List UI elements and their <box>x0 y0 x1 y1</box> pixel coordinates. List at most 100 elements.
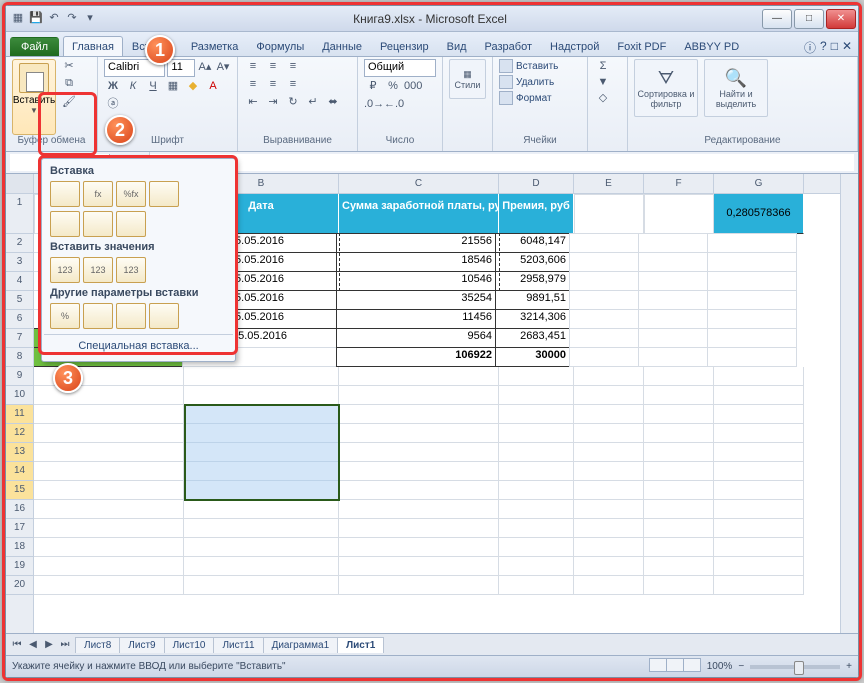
cell[interactable]: 11456 <box>336 309 496 329</box>
cell[interactable] <box>707 233 797 253</box>
percent-icon[interactable]: % <box>384 79 402 95</box>
cell[interactable] <box>499 386 574 405</box>
paste-all-icon[interactable] <box>50 181 80 207</box>
paste-values-icon[interactable]: 123 <box>50 257 80 283</box>
cell[interactable] <box>339 557 499 576</box>
tab-view[interactable]: Вид <box>438 36 476 56</box>
wrap-text-icon[interactable]: ↵ <box>304 95 322 111</box>
cell[interactable] <box>34 424 184 443</box>
cell[interactable] <box>569 309 639 329</box>
cell[interactable] <box>714 367 804 386</box>
cell[interactable] <box>339 462 499 481</box>
paste-link-icon[interactable] <box>83 303 113 329</box>
cell[interactable] <box>714 481 804 500</box>
paste-dropdown-icon[interactable]: ▼ <box>30 106 38 115</box>
sort-filter-button[interactable]: ᗊ Сортировка и фильтр <box>634 59 698 117</box>
cell[interactable] <box>638 309 708 329</box>
tab-file[interactable]: Файл <box>10 37 59 56</box>
cell[interactable] <box>339 481 499 500</box>
orientation-icon[interactable]: ↻ <box>284 95 302 111</box>
cell[interactable]: 9564 <box>336 328 496 348</box>
minimize-button[interactable]: — <box>762 9 792 29</box>
decrease-font-icon[interactable]: A▾ <box>215 60 231 76</box>
cell[interactable] <box>644 405 714 424</box>
sheet-nav-prev-icon[interactable]: ◀ <box>26 639 40 650</box>
sheet-tab[interactable]: Лист10 <box>164 637 215 653</box>
number-format-select[interactable]: Общий <box>364 59 436 77</box>
cell[interactable] <box>714 424 804 443</box>
vertical-scrollbar[interactable] <box>840 174 858 633</box>
bold-button[interactable]: Ж <box>104 79 122 95</box>
tab-layout[interactable]: Разметка <box>182 36 248 56</box>
cell[interactable] <box>574 500 644 519</box>
fill-icon[interactable]: ▼ <box>594 75 612 91</box>
cell[interactable] <box>499 481 574 500</box>
row-header[interactable]: 7 <box>6 329 33 348</box>
currency-icon[interactable]: ₽ <box>364 79 382 95</box>
cell[interactable] <box>499 405 574 424</box>
cell[interactable] <box>339 576 499 595</box>
row-header[interactable]: 10 <box>6 386 33 405</box>
cell[interactable] <box>644 538 714 557</box>
cell[interactable] <box>34 557 184 576</box>
cell[interactable] <box>184 519 339 538</box>
cell[interactable] <box>714 557 804 576</box>
cell[interactable] <box>34 481 184 500</box>
row-header[interactable]: 9 <box>6 367 33 386</box>
cell[interactable] <box>499 538 574 557</box>
cell[interactable] <box>339 424 499 443</box>
tab-home[interactable]: Главная <box>63 36 123 56</box>
cell[interactable] <box>339 500 499 519</box>
cell[interactable] <box>184 424 339 443</box>
info-icon[interactable]: ⓘ <box>804 39 816 56</box>
cell[interactable] <box>184 500 339 519</box>
cell[interactable] <box>184 367 339 386</box>
row-header[interactable]: 3 <box>6 253 33 272</box>
row-header[interactable]: 8 <box>6 348 33 367</box>
cell[interactable] <box>184 576 339 595</box>
undo-icon[interactable]: ↶ <box>46 11 62 27</box>
clear-icon[interactable]: ◇ <box>594 91 612 107</box>
paste-linked-picture-icon[interactable] <box>149 303 179 329</box>
cell[interactable] <box>569 233 639 253</box>
paste-special-button[interactable]: Специальная вставка... <box>44 334 233 357</box>
cell[interactable] <box>569 347 639 367</box>
cell[interactable] <box>644 462 714 481</box>
cell[interactable] <box>574 462 644 481</box>
merge-icon[interactable]: ⬌ <box>324 95 342 111</box>
qat-dropdown-icon[interactable]: ▾ <box>82 11 98 27</box>
cell[interactable] <box>499 462 574 481</box>
cell[interactable] <box>34 519 184 538</box>
paste-keep-width-icon[interactable] <box>83 211 113 237</box>
row-header[interactable]: 12 <box>6 424 33 443</box>
align-center-icon[interactable]: ≡ <box>264 77 282 93</box>
cell[interactable] <box>644 557 714 576</box>
font-name-select[interactable]: Calibri <box>104 59 165 77</box>
cell[interactable] <box>714 519 804 538</box>
cell[interactable] <box>339 386 499 405</box>
cell[interactable] <box>184 386 339 405</box>
sheet-tab[interactable]: Лист9 <box>119 637 164 653</box>
cut-icon[interactable]: ✂ <box>60 59 78 75</box>
cell[interactable] <box>714 500 804 519</box>
paste-picture-icon[interactable] <box>116 303 146 329</box>
cell[interactable]: 5203,606 <box>495 252 570 272</box>
increase-decimal-icon[interactable]: .0→ <box>364 97 382 113</box>
cell[interactable] <box>644 576 714 595</box>
cell[interactable] <box>184 443 339 462</box>
font-color-button[interactable]: A <box>204 79 222 95</box>
paste-formatting-icon[interactable]: % <box>50 303 80 329</box>
cell[interactable] <box>644 443 714 462</box>
row-header[interactable]: 15 <box>6 481 33 500</box>
paste-transpose-icon[interactable] <box>116 211 146 237</box>
increase-indent-icon[interactable]: ⇥ <box>264 95 282 111</box>
cell[interactable] <box>638 347 708 367</box>
cell[interactable] <box>339 538 499 557</box>
maximize-button[interactable]: □ <box>794 9 824 29</box>
cell[interactable] <box>499 443 574 462</box>
cell[interactable] <box>34 367 184 386</box>
column-header[interactable]: G <box>714 174 804 193</box>
format-painter-icon[interactable]: 🖌 <box>60 95 78 111</box>
cell[interactable] <box>574 519 644 538</box>
cell[interactable] <box>574 194 644 234</box>
